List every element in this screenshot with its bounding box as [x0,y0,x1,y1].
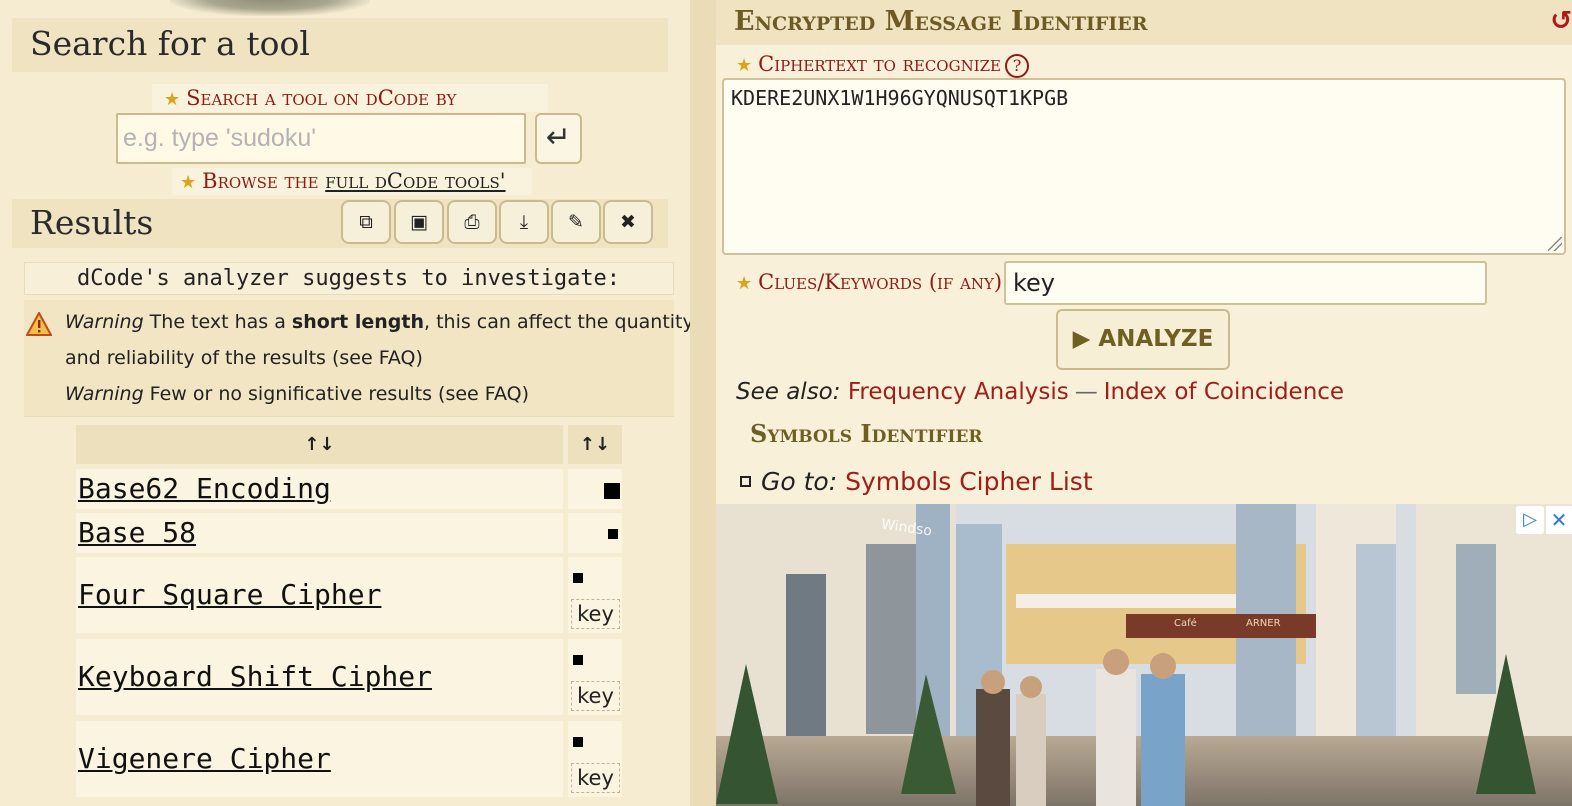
pin-button[interactable]: ✎ [551,200,601,244]
warning-line-2: Warning Few or no significative results … [65,383,529,405]
frequency-analysis-link[interactable]: Frequency Analysis [848,379,1069,405]
help-icon[interactable]: ? [1005,53,1030,78]
search-label: ★Search a tool on dCode by keywords: [152,84,548,140]
score-cell [568,469,622,509]
ad-close-icon[interactable]: ✕ [1546,506,1572,534]
see-also-separator: — [1074,379,1098,405]
close-results-button[interactable]: ✖ [603,200,653,244]
browse-prefix: Browse the [202,169,319,193]
ad-cafe-text: Café [1174,618,1197,629]
close-icon: ✖ [620,211,636,233]
score-marker [608,529,618,539]
column-divider [690,0,716,806]
key-badge: key [571,681,620,711]
key-badge: key [571,599,620,629]
search-heading: Search for a tool [12,18,668,72]
save-button[interactable]: ▣ [394,200,444,244]
search-submit-button[interactable]: ↵ [535,113,582,164]
result-link-four-square[interactable]: Four Square Cipher [76,557,563,633]
star-icon: ★ [164,89,181,110]
copy-icon: ⧉ [359,211,373,233]
star-icon: ★ [180,172,197,193]
see-also-line: See also: Frequency Analysis — Index of Co… [736,376,1344,408]
analyzer-suggestion: dCode's analyzer suggests to investigate… [24,262,674,295]
advertisement-banner[interactable]: Windso Café ARNER ▷ ✕ [716,504,1572,806]
tool-search-input[interactable] [116,113,526,164]
goto-label: Go to: [761,467,838,496]
analyze-button[interactable]: ▶ ANALYZE [1056,309,1230,370]
right-panel: Encrypted Message Identifier ↺ ★ Cipherte… [716,0,1572,806]
score-marker [573,737,583,747]
clues-input[interactable] [1004,261,1487,305]
score-cell: key [568,557,622,633]
refresh-icon[interactable]: ↺ [1550,6,1572,36]
result-link-base58[interactable]: Base 58 [76,513,563,553]
score-cell: key [568,639,622,715]
warning-icon [26,312,52,336]
bullet-square-icon [740,476,751,487]
ad-image [716,504,1572,806]
key-badge: key [571,763,620,793]
enter-arrow-icon: ↵ [545,120,572,155]
download-icon: ⤓ [519,211,529,233]
save-icon: ▣ [410,211,428,233]
score-marker [604,483,620,499]
decorative-ink-splat [170,0,370,16]
emi-heading: Encrypted Message Identifier [716,0,1572,45]
print-icon: ⎙ [464,211,480,233]
see-also-label: See also: [736,379,841,405]
result-link-vigenere[interactable]: Vigenere Cipher [76,721,563,797]
adchoices-icon[interactable]: ▷ [1516,506,1544,534]
browse-line: ★Browse the full dCode tools' list [172,168,532,221]
sort-score-header[interactable]: ↑↓ [568,425,622,464]
left-panel: Search for a tool ★ Search a tool on dCod… [0,0,694,806]
result-link-base62[interactable]: Base62 Encoding [76,469,563,509]
play-icon: ▶ [1072,326,1091,352]
clues-label: ★ Clues/Keywords (if any) [736,270,1003,294]
score-marker [573,573,583,583]
score-cell [568,513,622,553]
analyze-label: ANALYZE [1098,326,1214,352]
print-button[interactable]: ⎙ [447,200,497,244]
ad-shop-text: ARNER [1246,618,1281,629]
star-icon: ★ [736,273,753,294]
ciphertext-input[interactable]: KDERE2UNX1W1H96GYQNUSQT1KPGB [722,78,1566,255]
result-link-keyboard-shift[interactable]: Keyboard Shift Cipher [76,639,563,715]
index-of-coincidence-link[interactable]: Index of Coincidence [1104,379,1344,405]
resize-handle-icon[interactable] [1548,237,1562,251]
star-icon: ★ [736,55,753,76]
symbols-identifier-link[interactable]: Symbols Identifier [750,418,983,450]
download-button[interactable]: ⤓ [499,200,549,244]
warning-line-1b: and reliability of the results (see FAQ) [65,347,423,369]
symbols-cipher-list-link[interactable]: Symbols Cipher List [845,467,1093,496]
score-marker [573,655,583,665]
warnings-box: Warning The text has a short length, thi… [24,300,694,417]
sort-name-header[interactable]: ↑↓ [76,425,563,464]
copy-button[interactable]: ⧉ [341,200,391,244]
pin-icon: ✎ [568,211,584,233]
warning-line-1: Warning The text has a short length, thi… [65,311,694,333]
score-cell: key [568,721,622,797]
goto-line: Go to: Symbols Cipher List [740,466,1093,498]
ciphertext-label: ★ Ciphertext to recognize? [736,50,1030,80]
